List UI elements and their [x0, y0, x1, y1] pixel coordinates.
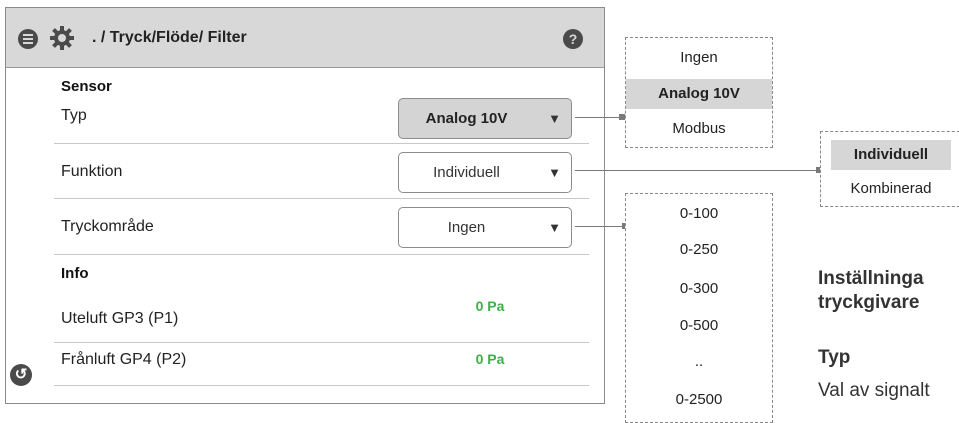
option-modbus[interactable]: Modbus — [626, 117, 772, 141]
connector-line — [575, 117, 622, 118]
chevron-down-icon: ▼ — [548, 220, 561, 235]
chevron-down-icon: ▼ — [548, 165, 561, 180]
settings-panel: . / Tryck/Flöde/ Filter ? Sensor Typ Ana… — [5, 7, 605, 404]
option-ingen[interactable]: Ingen — [626, 46, 772, 70]
funktion-select-value: Individuell — [433, 164, 500, 181]
side-body-text: Val av signalt — [818, 380, 930, 401]
funktion-select[interactable]: Individuell ▼ — [398, 152, 572, 193]
gear-icon[interactable] — [48, 24, 76, 52]
page-title: . / Tryck/Flöde/ Filter — [92, 29, 247, 46]
header-bar: . / Tryck/Flöde/ Filter ? — [6, 8, 604, 68]
divider — [54, 143, 589, 144]
divider — [54, 385, 589, 386]
tryckomrade-label: Tryckområde — [61, 218, 154, 235]
option-range[interactable]: 0-250 — [626, 238, 772, 262]
tryckomrade-options-list: 0-100 0-250 0-300 0-500 .. 0-2500 — [625, 193, 773, 423]
option-range[interactable]: 0-300 — [626, 277, 772, 301]
franluft-label: Frånluft GP4 (P2) — [61, 351, 187, 368]
typ-options-list: Ingen Analog 10V Modbus — [625, 37, 773, 148]
uteluft-label: Uteluft GP3 (P1) — [61, 310, 179, 327]
option-individuell[interactable]: Individuell — [831, 140, 951, 170]
divider — [54, 342, 589, 343]
section-info: Info — [61, 265, 89, 282]
funktion-options-list: Individuell Kombinerad — [820, 131, 959, 207]
option-range[interactable]: 0-100 — [626, 202, 772, 226]
option-range[interactable]: .. — [626, 350, 772, 374]
uteluft-value: 0 Pa — [475, 298, 505, 314]
divider — [54, 254, 589, 255]
option-kombinerad[interactable]: Kombinerad — [831, 177, 951, 201]
side-heading-line2: tryckgivare — [818, 292, 920, 313]
typ-select-value: Analog 10V — [425, 110, 508, 127]
option-range[interactable]: 0-2500 — [626, 388, 772, 412]
tryckomrade-select[interactable]: Ingen ▼ — [398, 207, 572, 248]
chevron-down-icon: ▼ — [548, 111, 561, 126]
side-subheading: Typ — [818, 347, 851, 368]
funktion-label: Funktion — [61, 163, 123, 180]
side-heading-line1: Inställninga — [818, 268, 924, 289]
franluft-value: 0 Pa — [475, 351, 505, 367]
divider — [54, 198, 589, 199]
option-analog-10v[interactable]: Analog 10V — [626, 79, 772, 109]
help-icon[interactable]: ? — [563, 29, 583, 49]
connector-line — [575, 170, 822, 171]
section-sensor: Sensor — [61, 78, 112, 95]
connector-line — [575, 226, 625, 227]
typ-label: Typ — [61, 107, 87, 124]
back-icon[interactable]: ↺ — [10, 364, 32, 386]
typ-select[interactable]: Analog 10V ▼ — [398, 98, 572, 139]
option-range[interactable]: 0-500 — [626, 314, 772, 338]
tryckomrade-select-value: Ingen — [447, 219, 486, 236]
menu-icon[interactable] — [18, 29, 38, 49]
